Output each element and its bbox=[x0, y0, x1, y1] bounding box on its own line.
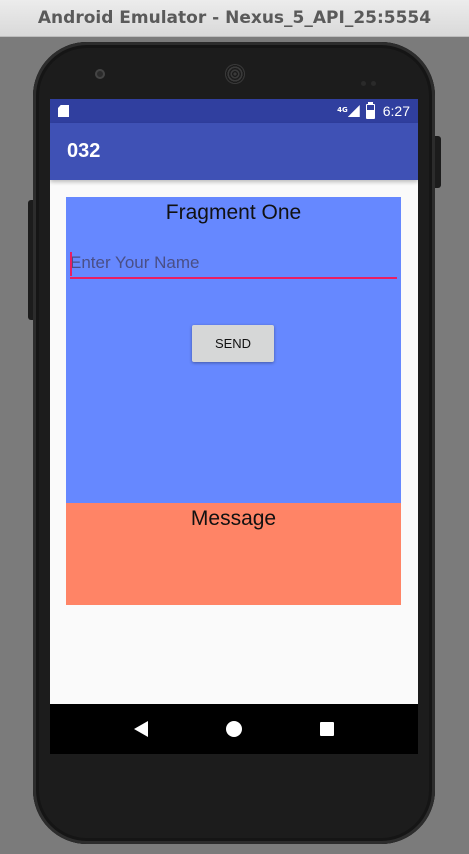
device-screen: 4G 6:27 032 Fragment One SEND Message bbox=[50, 99, 418, 754]
sd-card-icon bbox=[58, 105, 69, 117]
back-icon bbox=[133, 721, 148, 737]
status-time: 6:27 bbox=[382, 103, 410, 119]
fragment-one: Fragment One SEND bbox=[66, 197, 401, 503]
power-button[interactable] bbox=[435, 136, 441, 188]
front-camera-icon bbox=[95, 69, 105, 79]
status-bar: 4G 6:27 bbox=[50, 99, 418, 123]
home-icon bbox=[225, 721, 242, 737]
fragment-two: Message bbox=[66, 503, 401, 605]
window-title: Android Emulator - Nexus_5_API_25:5554 bbox=[37, 8, 432, 28]
recents-button[interactable] bbox=[312, 714, 342, 744]
message-label: Message bbox=[190, 507, 277, 530]
sensor-dots-icon bbox=[361, 71, 381, 86]
signal-icon bbox=[347, 105, 360, 117]
speaker-grille-icon bbox=[225, 64, 245, 84]
emulator-title-bar: Android Emulator - Nexus_5_API_25:5554 bbox=[0, 0, 469, 37]
home-button[interactable] bbox=[219, 714, 249, 744]
back-button[interactable] bbox=[126, 714, 156, 744]
battery-icon bbox=[365, 101, 375, 119]
recents-icon bbox=[320, 722, 335, 736]
fragment-one-title: Fragment One bbox=[165, 201, 302, 224]
app-title: 032 bbox=[67, 140, 101, 162]
navigation-bar bbox=[50, 704, 418, 754]
send-button[interactable]: SEND bbox=[192, 325, 274, 362]
app-bar: 032 bbox=[50, 123, 418, 180]
name-input[interactable] bbox=[70, 249, 397, 279]
text-cursor bbox=[70, 252, 72, 276]
network-type-label: 4G bbox=[337, 106, 348, 114]
